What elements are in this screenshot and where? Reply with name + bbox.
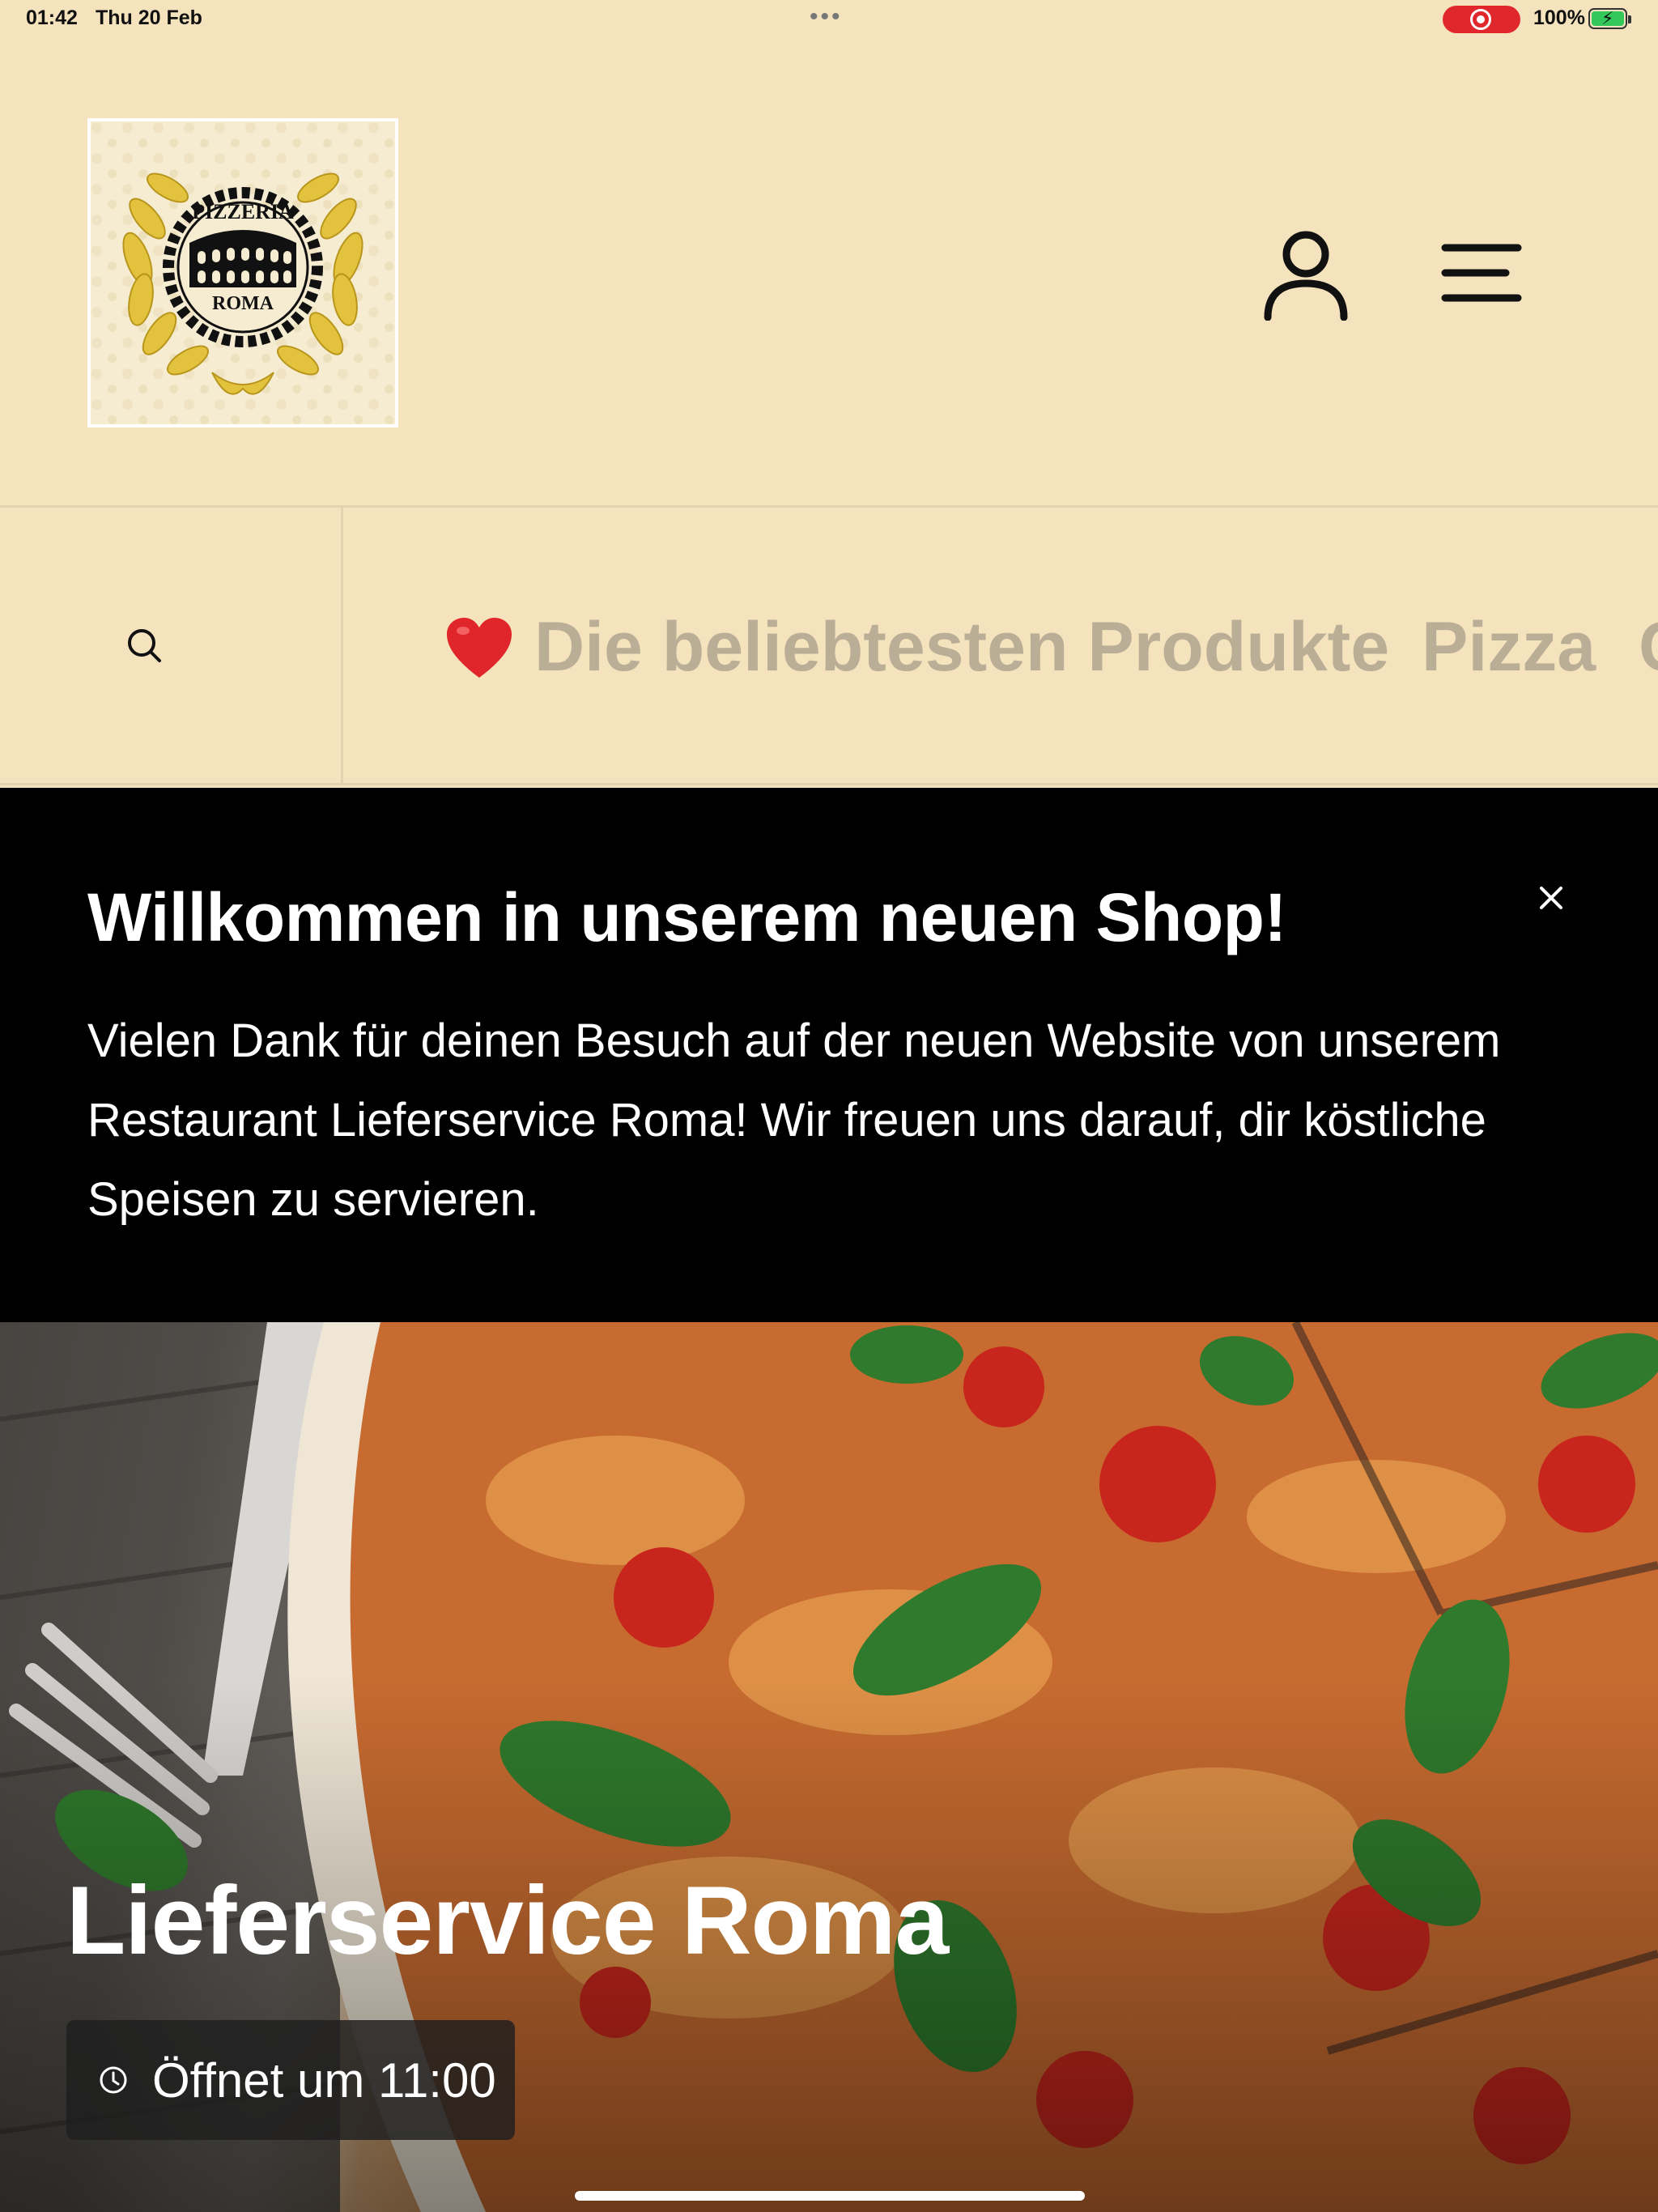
screen-recording-indicator[interactable] bbox=[1443, 6, 1520, 33]
welcome-banner: Willkommen in unserem neuen Shop! Vielen… bbox=[0, 788, 1658, 1322]
pizzeria-roma-logo[interactable]: PIZZERIA ROMA bbox=[87, 118, 398, 428]
category-bar: Die beliebtesten Produkte Pizza C bbox=[0, 505, 1658, 785]
hamburger-menu-icon[interactable] bbox=[1441, 243, 1522, 303]
banner-text: Vielen Dank für deinen Besuch auf der ne… bbox=[87, 1015, 1501, 1226]
clock-icon bbox=[100, 2066, 127, 2094]
category-pizza[interactable]: Pizza bbox=[1422, 608, 1596, 686]
category-popular-products[interactable]: Die beliebtesten Produkte bbox=[534, 608, 1389, 686]
user-icon[interactable] bbox=[1261, 227, 1350, 321]
battery-icon: ⚡ bbox=[1588, 8, 1631, 29]
restaurant-name: Lieferservice Roma bbox=[66, 1866, 949, 1975]
record-icon bbox=[1470, 9, 1491, 30]
status-time: 01:42 bbox=[26, 6, 78, 29]
battery-percentage: 100% bbox=[1533, 6, 1585, 29]
close-icon[interactable] bbox=[1535, 882, 1567, 914]
search-button[interactable] bbox=[0, 508, 343, 783]
logo-emblem: PIZZERIA ROMA bbox=[122, 172, 363, 395]
heart-icon bbox=[447, 618, 512, 678]
hero-section: Lieferservice Roma Öffnet um 11:00 bbox=[0, 1322, 1658, 2212]
opening-status-text: Öffnet um 11:00 bbox=[152, 2053, 496, 2108]
status-date: Thu 20 Feb bbox=[96, 6, 202, 29]
search-icon bbox=[128, 629, 161, 662]
category-scroller[interactable]: Die beliebtesten Produkte Pizza C bbox=[343, 508, 1658, 783]
opening-hours-badge[interactable]: Öffnet um 11:00 bbox=[66, 2020, 515, 2140]
category-next[interactable]: C bbox=[1639, 608, 1658, 686]
status-bar: 01:42 Thu 20 Feb ••• 100% ⚡ bbox=[0, 0, 1658, 39]
banner-title: Willkommen in unserem neuen Shop! bbox=[87, 879, 1286, 955]
logo-top-text: PIZZERIA bbox=[192, 200, 294, 223]
logo-bottom-text: ROMA bbox=[212, 293, 274, 314]
home-indicator[interactable] bbox=[575, 2191, 1085, 2201]
multitasking-dots-icon[interactable]: ••• bbox=[810, 5, 843, 29]
